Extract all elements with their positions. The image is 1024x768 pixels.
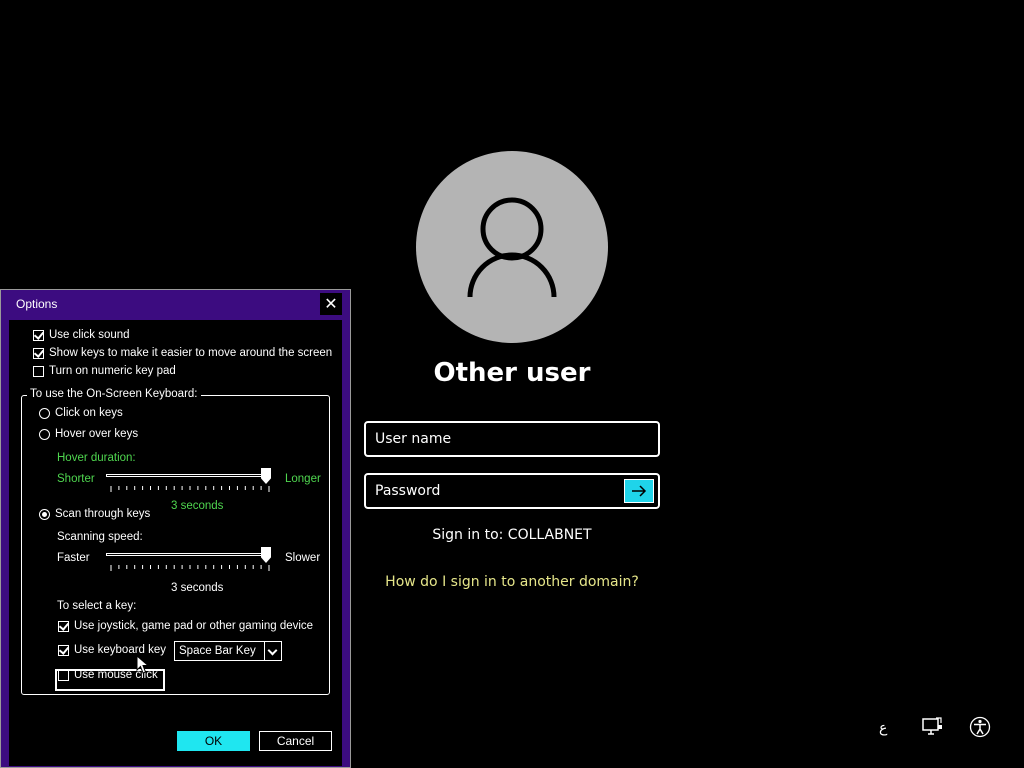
username-field-frame bbox=[364, 421, 660, 457]
click-on-keys-radio[interactable] bbox=[39, 407, 50, 419]
group-title: To use the On-Screen Keyboard: bbox=[27, 388, 201, 400]
accessibility-icon[interactable] bbox=[969, 716, 991, 738]
click-sound-checkbox[interactable] bbox=[33, 329, 44, 341]
scan-slower-label: Slower bbox=[285, 552, 321, 564]
close-button[interactable]: ✕ bbox=[320, 293, 342, 315]
scan-through-keys-label: Scan through keys bbox=[55, 508, 151, 520]
select-key-label: To select a key: bbox=[57, 600, 137, 612]
user-avatar bbox=[416, 151, 608, 343]
click-on-keys-label: Click on keys bbox=[55, 407, 123, 419]
click-on-keys-option[interactable]: Click on keys bbox=[39, 407, 123, 419]
scan-through-keys-option[interactable]: Scan through keys bbox=[39, 508, 150, 520]
show-keys-label: Show keys to make it easier to move arou… bbox=[49, 347, 333, 359]
scanning-speed-slider[interactable] bbox=[106, 553, 271, 556]
click-sound-label: Use click sound bbox=[49, 329, 130, 341]
sign-in-domain-text: Sign in to: COLLABNET bbox=[432, 527, 592, 543]
click-sound-option[interactable]: Use click sound bbox=[33, 329, 130, 341]
scanning-speed-ticks bbox=[110, 565, 270, 571]
show-keys-checkbox[interactable] bbox=[33, 347, 44, 359]
use-joystick-checkbox[interactable] bbox=[58, 620, 69, 632]
cancel-button[interactable]: Cancel bbox=[259, 731, 332, 751]
keyboard-key-select-value: Space Bar Key bbox=[179, 645, 256, 657]
ok-button[interactable]: OK bbox=[177, 731, 250, 751]
numeric-pad-label: Turn on numeric key pad bbox=[49, 365, 176, 377]
hover-over-keys-option[interactable]: Hover over keys bbox=[39, 428, 138, 440]
dialog-titlebar[interactable]: Options ✕ bbox=[1, 290, 350, 318]
options-dialog: Options ✕ Use click sound Show keys to m… bbox=[0, 289, 351, 768]
password-input[interactable] bbox=[366, 475, 658, 507]
numeric-pad-checkbox[interactable] bbox=[33, 365, 44, 377]
use-joystick-option[interactable]: Use joystick, game pad or other gaming d… bbox=[58, 620, 313, 632]
numeric-pad-option[interactable]: Turn on numeric key pad bbox=[33, 365, 176, 377]
scanning-speed-value: 3 seconds bbox=[171, 582, 224, 594]
username-input[interactable] bbox=[366, 423, 658, 455]
mouse-cursor-icon bbox=[136, 655, 150, 674]
show-keys-option[interactable]: Show keys to make it easier to move arou… bbox=[33, 347, 332, 359]
hover-over-keys-radio[interactable] bbox=[39, 428, 50, 440]
scan-faster-label: Faster bbox=[57, 552, 90, 564]
hover-duration-label: Hover duration: bbox=[57, 452, 136, 464]
dialog-content: Use click sound Show keys to make it eas… bbox=[9, 320, 342, 766]
scan-through-keys-radio[interactable] bbox=[39, 508, 50, 520]
scanning-speed-label: Scanning speed: bbox=[57, 531, 143, 543]
language-icon[interactable]: ع bbox=[879, 720, 901, 742]
use-joystick-label: Use joystick, game pad or other gaming d… bbox=[74, 620, 314, 632]
submit-button[interactable] bbox=[624, 479, 654, 503]
hover-duration-slider[interactable] bbox=[106, 474, 271, 477]
page-title: Other user bbox=[433, 358, 591, 388]
arrow-right-icon bbox=[632, 485, 647, 497]
dialog-title: Options bbox=[16, 297, 58, 311]
hover-over-keys-label: Hover over keys bbox=[55, 428, 139, 440]
hover-longer-label: Longer bbox=[285, 473, 321, 485]
use-keyboard-key-label: Use keyboard key bbox=[74, 644, 167, 656]
use-mouse-click-checkbox[interactable] bbox=[58, 669, 69, 681]
network-icon[interactable] bbox=[921, 716, 943, 738]
chevron-down-icon[interactable] bbox=[264, 642, 281, 660]
hover-duration-ticks bbox=[110, 486, 270, 492]
use-keyboard-key-checkbox[interactable] bbox=[58, 644, 69, 656]
other-domain-link[interactable]: How do I sign in to another domain? bbox=[362, 574, 662, 590]
keyboard-key-select[interactable]: Space Bar Key bbox=[174, 641, 282, 661]
person-icon bbox=[467, 197, 557, 298]
hover-shorter-label: Shorter bbox=[57, 473, 95, 485]
password-field-frame bbox=[364, 473, 660, 509]
hover-duration-value: 3 seconds bbox=[171, 500, 224, 512]
